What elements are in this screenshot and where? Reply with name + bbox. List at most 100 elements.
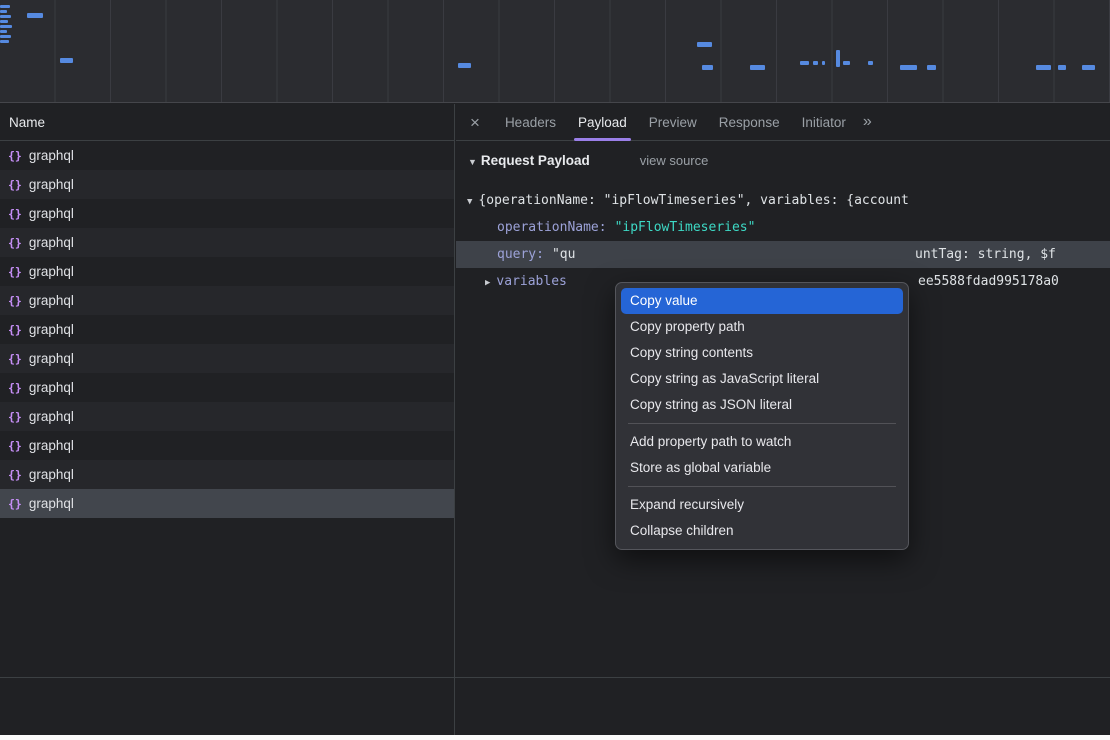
variables-value-right-fragment: ee5588fdad995178a0 (918, 268, 1059, 295)
request-name: graphql (29, 235, 74, 250)
timeline-bar (0, 15, 11, 18)
timeline-bar (1036, 65, 1051, 70)
request-name: graphql (29, 264, 74, 279)
footer-divider (0, 677, 1110, 678)
request-name: graphql (29, 293, 74, 308)
timeline-bar (0, 40, 9, 43)
network-request-row[interactable]: {} graphql (0, 286, 454, 315)
payload-operationname-line[interactable]: operationName:"ipFlowTimeseries" (456, 214, 1110, 241)
property-key: variables (496, 274, 566, 289)
menu-item-copy-property-path[interactable]: Copy property path (621, 314, 903, 340)
menu-item-add-property-path-to-watch[interactable]: Add property path to watch (621, 429, 903, 455)
request-name: graphql (29, 380, 74, 395)
network-request-row[interactable]: {} graphql (0, 170, 454, 199)
request-payload-section-header[interactable]: ▼ Request Payload view source (456, 153, 1110, 179)
payload-json-tree: ▼ {operationName: "ipFlowTimeseries", var… (456, 187, 1110, 295)
timeline-bar (927, 65, 936, 70)
network-request-list-panel: Name {} graphql {} graphql {} graphql {} graphq… (0, 104, 455, 740)
timeline-bar (1082, 65, 1095, 70)
request-name: graphql (29, 206, 74, 221)
json-braces-icon: {} (8, 207, 22, 221)
json-braces-icon: {} (8, 178, 22, 192)
property-string-value: "ipFlowTimeseries" (615, 220, 756, 235)
timeline-bar (458, 63, 471, 68)
json-braces-icon: {} (8, 381, 22, 395)
timeline-bar (60, 58, 73, 63)
detail-tabs: HeadersPayloadPreviewResponseInitiator (494, 104, 857, 141)
name-column-label: Name (9, 115, 45, 130)
tab-initiator[interactable]: Initiator (791, 104, 857, 141)
timeline-bar (0, 25, 12, 28)
network-request-row[interactable]: {} graphql (0, 431, 454, 460)
menu-item-copy-value[interactable]: Copy value (621, 288, 903, 314)
timeline-bar (0, 10, 7, 13)
json-braces-icon: {} (8, 265, 22, 279)
tab-response[interactable]: Response (708, 104, 791, 141)
menu-item-copy-string-as-json-literal[interactable]: Copy string as JSON literal (621, 392, 903, 418)
name-column-header[interactable]: Name (0, 104, 454, 141)
query-value-right-fragment: untTag: string, $f (915, 241, 1056, 268)
timeline-bar (800, 61, 809, 65)
network-request-row[interactable]: {} graphql (0, 344, 454, 373)
more-tabs-icon[interactable]: » (863, 113, 872, 131)
network-request-row[interactable]: {} graphql (0, 141, 454, 170)
timeline-bar (868, 61, 873, 65)
menu-item-copy-string-contents[interactable]: Copy string contents (621, 340, 903, 366)
timeline-bar (750, 65, 765, 70)
tab-payload[interactable]: Payload (567, 104, 638, 141)
json-braces-icon: {} (8, 323, 22, 337)
json-braces-icon: {} (8, 468, 22, 482)
network-request-row[interactable]: {} graphql (0, 199, 454, 228)
timeline-bar (843, 61, 850, 65)
detail-tab-bar: × HeadersPayloadPreviewResponseInitiator… (456, 104, 1110, 141)
network-request-row[interactable]: {}graphql (0, 315, 454, 344)
view-source-link[interactable]: view source (640, 153, 709, 168)
timeline-bar (0, 20, 8, 23)
timeline-bar (813, 61, 818, 65)
json-braces-icon: {} (8, 352, 22, 366)
timeline-bar (0, 30, 7, 33)
request-name: graphql (29, 351, 74, 366)
json-braces-icon: {} (8, 294, 22, 308)
payload-query-line[interactable]: query:"qu untTag: string, $f (456, 241, 1110, 268)
collapse-arrow-icon[interactable]: ▼ (467, 197, 472, 207)
request-name: graphql (29, 438, 74, 453)
payload-root-line[interactable]: ▼ {operationName: "ipFlowTimeseries", var… (456, 187, 1110, 214)
network-request-row[interactable]: {} graphql (0, 257, 454, 286)
network-request-row[interactable]: {} graphql (0, 228, 454, 257)
json-braces-icon: {} (8, 497, 22, 511)
menu-item-store-as-global-variable[interactable]: Store as global variable (621, 455, 903, 481)
devtools-window: Name {} graphql {} graphql {} graphql {} graphq… (0, 0, 1110, 740)
timeline-bar (0, 5, 10, 8)
network-request-row[interactable]: {}graphql (0, 489, 454, 518)
timeline-bar (822, 61, 825, 65)
context-menu: Copy valueCopy property pathCopy string … (615, 282, 909, 550)
request-name: graphql (29, 177, 74, 192)
json-braces-icon: {} (8, 236, 22, 250)
json-braces-icon: {} (8, 149, 22, 163)
timeline-bar (697, 42, 712, 47)
network-request-row[interactable]: {}graphql (0, 460, 454, 489)
tab-headers[interactable]: Headers (494, 104, 567, 141)
expand-arrow-icon[interactable]: ▶ (485, 278, 490, 288)
menu-item-copy-string-as-javascript-literal[interactable]: Copy string as JavaScript literal (621, 366, 903, 392)
network-request-row[interactable]: {} graphql (0, 373, 454, 402)
json-braces-icon: {} (8, 439, 22, 453)
network-overview-strip[interactable] (0, 0, 1110, 103)
section-title: Request Payload (481, 153, 590, 168)
page-background-strip (0, 735, 1110, 740)
json-braces-icon: {} (8, 410, 22, 424)
close-icon[interactable]: × (470, 104, 480, 141)
network-request-row[interactable]: {} graphql (0, 402, 454, 431)
timeline-bar (836, 50, 840, 67)
payload-tab-content: ▼ Request Payload view source ▼ {operatio… (456, 141, 1110, 295)
menu-item-expand-recursively[interactable]: Expand recursively (621, 492, 903, 518)
request-name: graphql (29, 148, 74, 163)
menu-item-collapse-children[interactable]: Collapse children (621, 518, 903, 544)
root-object-preview: {operationName: "ipFlowTimeseries", vari… (478, 193, 908, 208)
request-name: graphql (29, 409, 74, 424)
collapse-arrow-icon[interactable]: ▼ (468, 157, 477, 167)
menu-separator (628, 486, 896, 487)
query-value-left-fragment: "qu (552, 247, 575, 262)
tab-preview[interactable]: Preview (638, 104, 708, 141)
